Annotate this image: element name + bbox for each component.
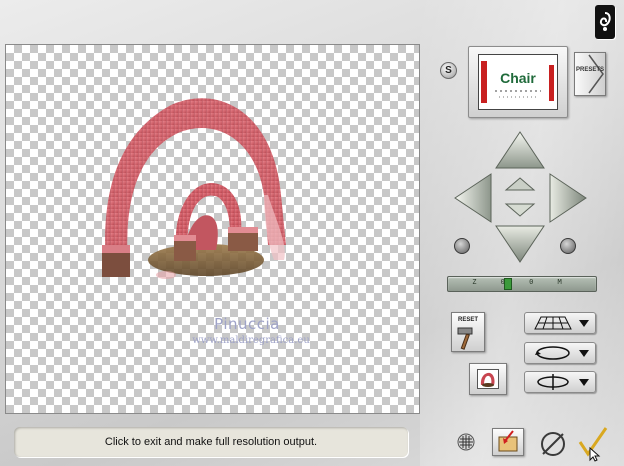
watermark-url: www.maldiregrafica.eu [192,335,310,346]
chevron-down-icon [579,379,589,386]
zoom-slider[interactable]: Z 0 0 M [447,276,597,292]
chevron-down-icon [579,320,589,327]
preset-thumbnail[interactable]: Chair [468,46,568,118]
rotate-left-knob[interactable] [454,238,470,254]
thumbnail-art: Chair [481,61,554,103]
rotation-mode-button[interactable] [524,342,596,364]
object-preview-button[interactable] [469,363,507,395]
zoom-slider-thumb[interactable] [504,278,512,290]
swirl-icon [599,12,611,31]
object-thumbnail [477,369,499,389]
cancel-icon[interactable] [538,430,568,458]
arrow-left-icon[interactable] [453,172,493,224]
arrow-down-icon[interactable] [494,224,546,264]
status-text: Click to exit and make full resolution o… [104,436,318,448]
chevron-down-icon [579,350,589,357]
grid-icon[interactable] [457,433,475,451]
open-folder-icon [498,430,518,452]
arrow-up-icon[interactable] [494,130,546,170]
exit-status-bar[interactable]: Click to exit and make full resolution o… [14,427,408,457]
preview-canvas[interactable]: Pinuccia www.maldiregrafica.eu [5,44,420,414]
rendered-object [102,98,286,279]
rotate-right-knob[interactable] [560,238,576,254]
spin-axis-icon [537,374,569,390]
perspective-mode-button[interactable] [524,312,596,334]
spin-mode-button[interactable] [524,371,596,393]
preset-thumbnail-image: Chair [478,54,558,110]
arrow-right-icon[interactable] [548,172,588,224]
zoom-ticks: Z 0 0 M [472,278,572,286]
s-label: S [445,65,452,76]
ok-check-icon[interactable] [576,424,610,462]
presets-label: PRESETS [575,67,604,73]
object-thumbnail-art [480,372,495,387]
info-icon[interactable] [595,5,615,39]
watermark-name: Pinuccia [214,315,280,333]
grid-plane-icon [534,316,572,330]
thumbnail-text: Chair [500,70,536,86]
hammer-icon [457,327,473,350]
small-down-icon[interactable] [504,202,536,218]
presets-chevron-icon [588,54,604,94]
small-up-icon[interactable] [504,176,536,192]
presets-button[interactable]: PRESETS [574,52,606,96]
rotate-ring-icon [535,346,570,360]
reset-button[interactable]: RESET [451,312,485,352]
open-folder-button[interactable] [492,428,524,456]
reset-label: RESET [457,317,478,323]
s-button[interactable]: S [440,62,457,79]
